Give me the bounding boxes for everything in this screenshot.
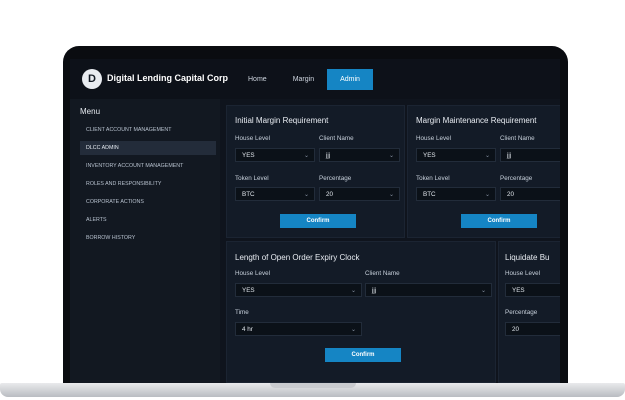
chevron-down-icon: ⌄ (484, 153, 490, 159)
sidebar-item-alerts[interactable]: ALERTS (80, 213, 216, 227)
house-level-select[interactable]: YES ⌄ (235, 283, 362, 297)
chevron-down-icon: ⌄ (480, 288, 486, 294)
time-label: Time (235, 309, 249, 316)
card-title: Length of Open Order Expiry Clock (235, 253, 360, 262)
chevron-down-icon: ⌄ (388, 153, 394, 159)
chevron-down-icon: ⌄ (484, 192, 490, 198)
tab-admin[interactable]: Admin (327, 69, 373, 90)
client-name-select[interactable]: jjj ⌄ (319, 148, 400, 162)
percentage-select[interactable]: 20 ⌄ (319, 187, 400, 201)
tab-margin[interactable]: Margin (280, 69, 327, 90)
house-level-select[interactable]: YES ⌄ (416, 148, 496, 162)
confirm-button[interactable]: Confirm (280, 214, 356, 228)
main-nav: Home Margin Admin (235, 69, 373, 90)
laptop-notch (270, 383, 356, 388)
client-name-value: jjj (326, 151, 331, 159)
percentage-label: Percentage (505, 309, 538, 316)
open-order-expiry-card: Length of Open Order Expiry Clock House … (226, 241, 496, 383)
client-name-value: jjj (507, 151, 512, 159)
brand-name: Digital Lending Capital Corp (107, 73, 228, 83)
sidebar-item-client-account-management[interactable]: CLIENT ACCOUNT MANAGEMENT (80, 123, 216, 137)
house-level-label: House Level (235, 270, 271, 277)
client-name-select[interactable]: jjj (500, 148, 560, 162)
token-level-select[interactable]: BTC ⌄ (416, 187, 496, 201)
initial-margin-card: Initial Margin Requirement House Level C… (226, 105, 405, 238)
percentage-select[interactable]: 20 (500, 187, 560, 201)
house-level-select[interactable]: YES (505, 283, 560, 297)
house-level-value: YES (423, 151, 436, 159)
house-level-label: House Level (235, 135, 271, 142)
chevron-down-icon: ⌄ (303, 153, 309, 159)
chevron-down-icon: ⌄ (388, 192, 394, 198)
token-level-label: Token Level (235, 175, 269, 182)
brand-logo-icon: D (82, 69, 102, 89)
percentage-label: Percentage (319, 175, 352, 182)
time-value: 4 hr (242, 325, 253, 333)
house-level-value: YES (242, 151, 255, 159)
token-level-value: BTC (242, 190, 255, 198)
percentage-value: 20 (507, 190, 515, 198)
tab-home[interactable]: Home (235, 69, 280, 90)
sidebar-item-inventory-account-management[interactable]: INVENTORY ACCOUNT MANAGEMENT (80, 159, 216, 173)
card-title: Margin Maintenance Requirement (416, 116, 537, 125)
percentage-value: 20 (512, 325, 520, 333)
client-name-value: jjj (372, 286, 377, 294)
client-name-label: Client Name (365, 270, 400, 277)
client-name-label: Client Name (319, 135, 354, 142)
time-select[interactable]: 4 hr ⌄ (235, 322, 362, 336)
card-title: Liquidate Bu (505, 253, 550, 262)
margin-maintenance-card: Margin Maintenance Requirement House Lev… (407, 105, 560, 238)
sidebar-item-dlcc-admin[interactable]: DLCC ADMIN (80, 141, 216, 155)
sidebar: Menu CLIENT ACCOUNT MANAGEMENT DLCC ADMI… (70, 99, 220, 383)
chevron-down-icon: ⌄ (303, 192, 309, 198)
menu-title: Menu (80, 107, 101, 116)
house-level-select[interactable]: YES ⌄ (235, 148, 315, 162)
token-level-label: Token Level (416, 175, 450, 182)
percentage-select[interactable]: 20 (505, 322, 560, 336)
chevron-down-icon: ⌄ (350, 327, 356, 333)
house-level-label: House Level (505, 270, 541, 277)
house-level-value: YES (242, 286, 255, 294)
confirm-button[interactable]: Confirm (461, 214, 537, 228)
sidebar-item-corporate-actions[interactable]: CORPORATE ACTIONS (80, 195, 216, 209)
top-bar: D Digital Lending Capital Corp Home Marg… (70, 59, 560, 99)
sidebar-item-roles-and-responsibility[interactable]: ROLES AND RESPONSIBILITY (80, 177, 216, 191)
liquidate-card: Liquidate Bu House Level YES Percentage … (498, 241, 560, 383)
token-level-value: BTC (423, 190, 436, 198)
house-level-value: YES (512, 286, 525, 294)
token-level-select[interactable]: BTC ⌄ (235, 187, 315, 201)
house-level-label: House Level (416, 135, 452, 142)
percentage-label: Percentage (500, 175, 533, 182)
app-screen: D Digital Lending Capital Corp Home Marg… (70, 59, 560, 383)
sidebar-item-borrow-history[interactable]: BORROW HISTORY (80, 231, 216, 245)
chevron-down-icon: ⌄ (350, 288, 356, 294)
confirm-button[interactable]: Confirm (325, 348, 401, 362)
card-title: Initial Margin Requirement (235, 116, 329, 125)
client-name-label: Client Name (500, 135, 535, 142)
client-name-select[interactable]: jjj ⌄ (365, 283, 492, 297)
percentage-value: 20 (326, 190, 334, 198)
